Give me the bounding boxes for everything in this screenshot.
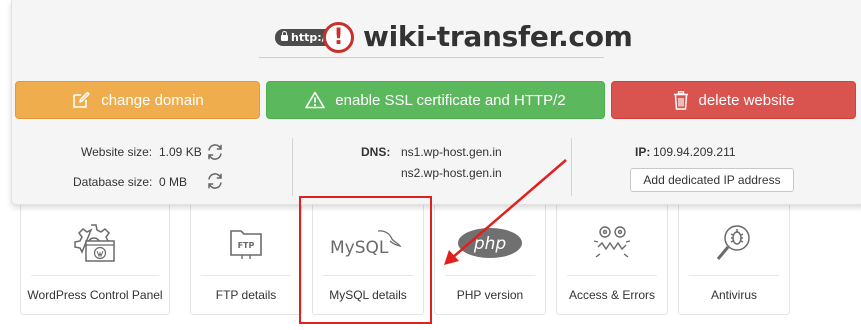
domain-name: wiki-transfer.com: [363, 20, 633, 53]
svg-text:php: php: [473, 234, 507, 254]
dns-server-1: ns1.wp-host.gen.in: [401, 145, 502, 159]
wordpress-gear-icon: [74, 224, 115, 262]
trash-icon: [673, 90, 688, 110]
warning-icon: !: [323, 22, 354, 53]
domain-header: http:// ! wiki-transfer.com: [259, 12, 633, 58]
delete-website-label: delete website: [698, 91, 795, 109]
website-size-value: 1.09 KB: [159, 145, 202, 159]
mysql-icon: MySQL: [330, 230, 402, 258]
php-icon: php: [458, 228, 522, 258]
add-dedicated-ip-button[interactable]: Add dedicated IP address: [630, 168, 794, 192]
database-size-label: Database size:: [73, 175, 153, 189]
tile-separator: [445, 275, 535, 276]
ftp-folder-icon: FTP: [230, 230, 262, 259]
tile-access-errors[interactable]: Access & Errors: [556, 190, 668, 315]
tile-separator: [323, 275, 413, 276]
tile-label: FTP details: [215, 288, 277, 302]
tile-separator: [567, 275, 657, 276]
panel-content: http:// ! wiki-transfer.com change domai…: [0, 0, 861, 205]
tile-separator: [31, 275, 159, 276]
change-domain-button[interactable]: change domain: [15, 81, 260, 119]
tile-label: WordPress Control Panel: [27, 288, 163, 302]
enable-ssl-label: enable SSL certificate and HTTP/2: [335, 91, 566, 109]
svg-text:MySQL: MySQL: [330, 238, 389, 258]
refresh-database-size-icon[interactable]: [206, 172, 224, 190]
website-size-label: Website size:: [81, 145, 153, 159]
tile-separator: [689, 275, 779, 276]
tile-antivirus[interactable]: Antivirus: [678, 190, 790, 315]
tile-mysql-details[interactable]: MySQL MySQL details: [312, 190, 424, 315]
warning-triangle-icon: [305, 91, 326, 109]
database-size-value: 0 MB: [159, 175, 188, 189]
divider: [292, 138, 293, 196]
dns-server-2: ns2.wp-host.gen.in: [401, 166, 502, 180]
delete-website-button[interactable]: delete website: [611, 81, 856, 119]
enable-ssl-button[interactable]: enable SSL certificate and HTTP/2: [266, 81, 605, 119]
access-errors-icon: [593, 226, 631, 258]
tile-label: MySQL details: [329, 288, 407, 302]
tile-php-version[interactable]: php PHP version: [434, 190, 546, 315]
svg-text:FTP: FTP: [238, 241, 255, 250]
antivirus-icon: [716, 225, 750, 260]
lock-icon: [281, 31, 288, 41]
dns-label: DNS:: [361, 145, 391, 159]
tile-separator: [201, 275, 291, 276]
ip-label: IP:: [635, 145, 651, 159]
tile-label: PHP version: [456, 288, 524, 302]
tile-label: Antivirus: [710, 288, 757, 302]
edit-icon: [73, 91, 90, 108]
refresh-website-size-icon[interactable]: [206, 143, 224, 161]
ip-value: 109.94.209.211: [653, 145, 736, 159]
tile-ftp-details[interactable]: FTP FTP details: [190, 190, 302, 315]
tile-wordpress-control-panel[interactable]: WordPress Control Panel: [20, 190, 170, 315]
change-domain-label: change domain: [101, 91, 204, 109]
tile-label: Access & Errors: [568, 288, 655, 302]
divider: [571, 138, 572, 196]
